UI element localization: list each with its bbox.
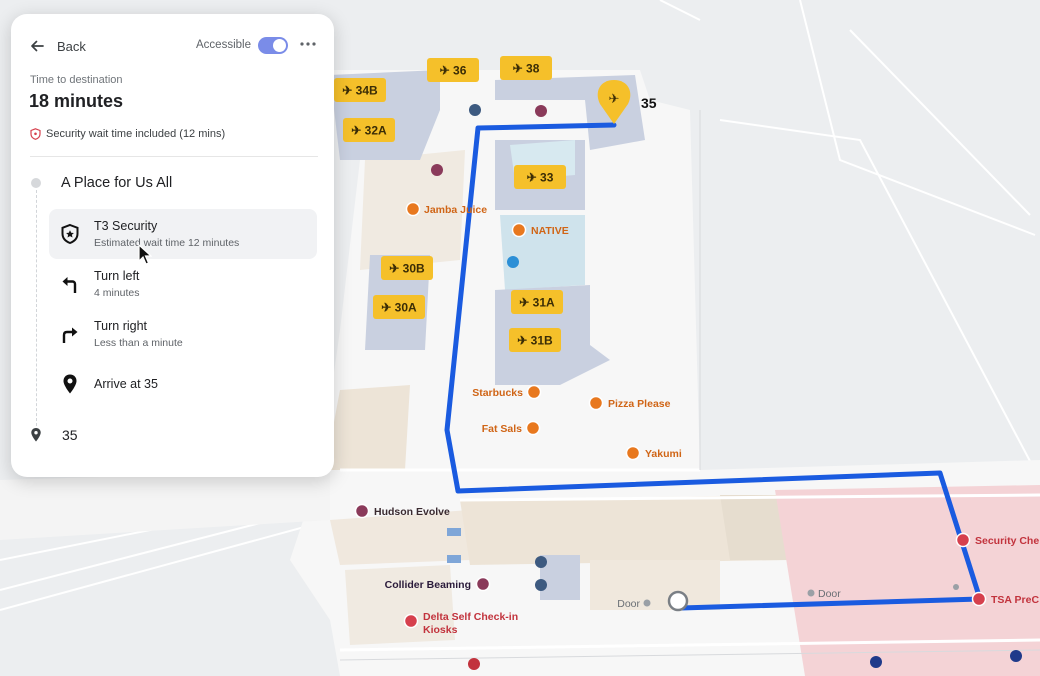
duration-value: 18 minutes [29, 91, 124, 111]
poi-tsa-prec[interactable]: TSA PreC [971, 591, 1040, 607]
route-timeline [36, 190, 37, 426]
security-note: Security wait time included (12 mins) [30, 128, 225, 140]
poi-yakumi[interactable]: Yakumi [625, 445, 682, 461]
svg-text:Yakumi: Yakumi [645, 448, 682, 460]
gate-badge-38[interactable]: ✈ 38 [500, 56, 552, 80]
time-label: Time to destination [30, 74, 123, 86]
svg-text:✈ 30A: ✈ 30A [381, 301, 417, 315]
gate-badge-32a[interactable]: ✈ 32A [343, 118, 395, 142]
turn-left-icon [62, 277, 77, 293]
gate-35-label: 35 [641, 95, 657, 111]
start-dot [31, 178, 41, 188]
svg-text:TSA PreC: TSA PreC [991, 594, 1039, 606]
shield-star-icon [61, 223, 79, 245]
step-title: T3 Security [94, 219, 158, 233]
step-turn-left[interactable]: Turn left 4 minutes [49, 259, 317, 309]
step-title: Turn right [94, 319, 148, 333]
security-note-text: Security wait time included (12 mins) [46, 128, 226, 140]
step-subtitle: Less than a minute [94, 337, 183, 349]
svg-text:✈ 32A: ✈ 32A [351, 124, 387, 138]
mouse-cursor-icon [138, 244, 152, 265]
gate-badge-34b[interactable]: ✈ 34B [334, 78, 386, 102]
gate-badge-36[interactable]: ✈ 36 [427, 58, 479, 82]
destination-label: 35 [62, 427, 78, 443]
destination-row[interactable]: 35 [29, 424, 229, 446]
arrow-left-icon [31, 40, 44, 52]
svg-text:Pizza Please: Pizza Please [608, 398, 671, 410]
step-title: Turn left [94, 269, 140, 283]
poi-fat-sals[interactable]: Fat Sals [482, 420, 541, 436]
svg-text:Collider Beaming: Collider Beaming [385, 579, 471, 591]
poi-native[interactable]: NATIVE [511, 222, 569, 238]
svg-text:✈ 36: ✈ 36 [440, 64, 467, 78]
svg-text:✈ 30B: ✈ 30B [389, 262, 425, 276]
route-start-marker [667, 590, 689, 612]
back-button[interactable]: Back [29, 36, 86, 56]
step-subtitle: 4 minutes [94, 287, 140, 299]
svg-text:Hudson Evolve: Hudson Evolve [374, 506, 450, 518]
svg-text:Door: Door [818, 588, 841, 600]
accessible-label: Accessible [196, 39, 251, 51]
security-shield-icon [30, 128, 41, 140]
svg-text:Delta Self Check-in: Delta Self Check-in [423, 611, 518, 623]
svg-text:Starbucks: Starbucks [472, 387, 523, 399]
step-title: Arrive at 35 [94, 377, 158, 391]
poi-starbucks[interactable]: Starbucks [472, 384, 542, 400]
step-turn-right[interactable]: Turn right Less than a minute [49, 309, 317, 359]
svg-text:✈ 34B: ✈ 34B [342, 84, 378, 98]
svg-text:✈ 31A: ✈ 31A [519, 296, 555, 310]
svg-text:✈: ✈ [609, 91, 620, 106]
gate-badge-33[interactable]: ✈ 33 [514, 165, 566, 189]
svg-text:Door: Door [617, 598, 640, 610]
poi-kiosks[interactable]: Kiosks [423, 624, 458, 636]
svg-text:✈ 33: ✈ 33 [527, 171, 554, 185]
divider [30, 156, 318, 157]
directions-panel: Back Accessible Time to destination 18 m… [11, 14, 334, 477]
destination-pin-icon [31, 428, 41, 442]
step-subtitle: Estimated wait time 12 minutes [94, 237, 240, 249]
toggle-knob [273, 39, 286, 52]
svg-text:Security Che: Security Che [975, 535, 1039, 547]
step-t3-security[interactable]: T3 Security Estimated wait time 12 minut… [49, 209, 317, 259]
svg-text:✈ 31B: ✈ 31B [517, 334, 553, 348]
pin-icon [63, 374, 77, 394]
start-location[interactable]: A Place for Us All [61, 175, 172, 191]
gate-badge-30a[interactable]: ✈ 30A [373, 295, 425, 319]
svg-text:Jamba Juice: Jamba Juice [424, 204, 487, 216]
svg-text:Kiosks: Kiosks [423, 624, 458, 636]
back-label: Back [57, 38, 86, 54]
turn-right-icon [62, 327, 78, 343]
svg-text:Fat Sals: Fat Sals [482, 423, 522, 435]
more-options-icon[interactable] [298, 34, 318, 54]
gate-badge-31b[interactable]: ✈ 31B [509, 328, 561, 352]
svg-text:✈ 38: ✈ 38 [513, 62, 540, 76]
step-arrive[interactable]: Arrive at 35 [49, 359, 317, 409]
gate-badge-30b[interactable]: ✈ 30B [381, 256, 433, 280]
panel-header: Back Accessible [11, 14, 334, 76]
accessible-toggle[interactable] [258, 37, 288, 54]
svg-text:NATIVE: NATIVE [531, 225, 569, 237]
gate-badge-31a[interactable]: ✈ 31A [511, 290, 563, 314]
